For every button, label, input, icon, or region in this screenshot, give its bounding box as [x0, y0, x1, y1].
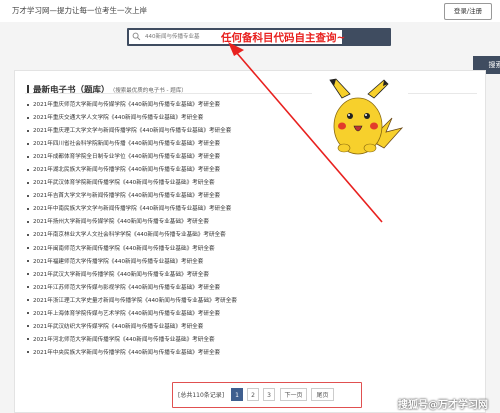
book-item[interactable]: 2021年武汉体育学院新闻传播学院《440新闻与传播专业基础》考研全套	[27, 177, 237, 190]
section-header: 最新电子书（题库） （搜索最优质的电子书 - 题库）	[27, 79, 187, 98]
bullet-icon	[27, 325, 29, 328]
book-link[interactable]: 2021年武汉纺织大学传媒学院《440新闻与传播专业基础》考研全套	[33, 324, 203, 330]
book-list: 2021年重庆师范大学新闻与传媒学院《440新闻与传播专业基础》考研全套 2021…	[27, 99, 237, 360]
record-count: [总共110条记录]	[178, 392, 225, 399]
book-link[interactable]: 2021年重庆师范大学新闻与传媒学院《440新闻与传播专业基础》考研全套	[33, 102, 220, 108]
book-item[interactable]: 2021年江苏师范大学传媒与影视学院《440新闻与传播专业基础》考研全套	[27, 282, 237, 295]
book-link[interactable]: 2021年湖北民族大学新闻与传播学院《440新闻与传播专业基础》考研全套	[33, 167, 220, 173]
bullet-icon	[27, 299, 29, 302]
page-button-2[interactable]: 2	[247, 388, 259, 401]
page-button-3[interactable]: 3	[263, 388, 275, 401]
search-icon	[132, 32, 141, 41]
book-link[interactable]: 2021年南京林业大学人文社会科学学院《440新闻与传播专业基础》考研全套	[33, 232, 226, 238]
book-item[interactable]: 2021年四川省社会科学院新闻与传播《440新闻与传播专业基础》考研全套	[27, 138, 237, 151]
next-page-button[interactable]: 下一页	[280, 388, 307, 401]
book-item[interactable]: 2021年武汉大学新闻与传播学院《440新闻与传播专业基础》考研全套	[27, 269, 237, 282]
bullet-icon	[27, 129, 29, 132]
book-item[interactable]: 2021年南京林业大学人文社会科学学院《440新闻与传播专业基础》考研全套	[27, 229, 237, 242]
book-link[interactable]: 2021年四川省社会科学院新闻与传播《440新闻与传播专业基础》考研全套	[33, 141, 220, 147]
book-item[interactable]: 2021年浙江理工大学史量才新闻与传播学院《440新闻与传播专业基础》考研全套	[27, 295, 237, 308]
top-bar: 万才学习网—提力让每一位考生一次上岸 登录/注册	[0, 0, 500, 22]
bullet-icon	[27, 273, 29, 276]
bullet-icon	[27, 194, 29, 197]
book-link[interactable]: 2021年上海体育学院传媒与艺术学院《440新闻与传播专业基础》考研全套	[33, 311, 220, 317]
book-link[interactable]: 2021年武汉体育学院新闻传播学院《440新闻与传播专业基础》考研全套	[33, 180, 215, 186]
annotation-text: 任何备科目代码自主查询~	[221, 32, 346, 44]
bullet-icon	[27, 155, 29, 158]
book-item[interactable]: 2021年中央民族大学新闻与传播学院《440新闻与传播专业基础》考研全套	[27, 347, 237, 360]
bullet-icon	[27, 168, 29, 171]
book-item[interactable]: 2021年重庆理工大学文学与新闻传播学院《440新闻与传播专业基础》考研全套	[27, 125, 237, 138]
book-item[interactable]: 2021年河北师范大学新闻传播学院《440新闻与传播专业基础》考研全套	[27, 334, 237, 347]
book-item[interactable]: 2021年重庆交通大学人文学院《440新闻与传播专业基础》考研全套	[27, 112, 237, 125]
bullet-icon	[27, 103, 29, 106]
bullet-icon	[27, 116, 29, 119]
bullet-icon	[27, 207, 29, 210]
site-title[interactable]: 万才学习网—提力让每一位考生一次上岸	[12, 5, 147, 16]
bullet-icon	[27, 312, 29, 315]
book-link[interactable]: 2021年重庆交通大学人文学院《440新闻与传播专业基础》考研全套	[33, 115, 203, 121]
book-item[interactable]: 2021年中南民族大学文学与新闻传播学院《440新闻与传播专业基础》考研全套	[27, 203, 237, 216]
bullet-icon	[27, 247, 29, 250]
book-item[interactable]: 2021年吉首大学文学与新闻传播学院《440新闻与传播专业基础》考研全套	[27, 190, 237, 203]
bullet-icon	[27, 351, 29, 354]
book-item[interactable]: 2021年武汉纺织大学传媒学院《440新闻与传播专业基础》考研全套	[27, 321, 237, 334]
pikachu-image	[312, 78, 408, 160]
bullet-icon	[27, 286, 29, 289]
book-item[interactable]: 2021年扬州大学新闻与传媒学院《440新闻与传播专业基础》考研全套	[27, 216, 237, 229]
book-item[interactable]: 2021年闽南师范大学新闻传播学院《440新闻与传播专业基础》考研全套	[27, 243, 237, 256]
divider	[25, 93, 477, 94]
bullet-icon	[27, 181, 29, 184]
login-register-button[interactable]: 登录/注册	[444, 3, 492, 20]
book-link[interactable]: 2021年武汉大学新闻与传播学院《440新闻与传播专业基础》考研全套	[33, 272, 209, 278]
book-link[interactable]: 2021年浙江理工大学史量才新闻与传播学院《440新闻与传播专业基础》考研全套	[33, 298, 237, 304]
bullet-icon	[27, 220, 29, 223]
book-item[interactable]: 2021年上海体育学院传媒与艺术学院《440新闻与传播专业基础》考研全套	[27, 308, 237, 321]
book-link[interactable]: 2021年成都体育学院全日制专业学位《440新闻与传播专业基础》考研全套	[33, 154, 220, 160]
last-page-button[interactable]: 尾页	[311, 388, 334, 401]
book-link[interactable]: 2021年福建师范大学传播学院《440新闻与传播专业基础》考研全套	[33, 259, 203, 265]
bullet-icon	[27, 142, 29, 145]
book-link[interactable]: 2021年河北师范大学新闻传播学院《440新闻与传播专业基础》考研全套	[33, 337, 215, 343]
bullet-icon	[27, 338, 29, 341]
book-link[interactable]: 2021年重庆理工大学文学与新闻传播学院《440新闻与传播专业基础》考研全套	[33, 128, 231, 134]
book-item[interactable]: 2021年湖北民族大学新闻与传播学院《440新闻与传播专业基础》考研全套	[27, 164, 237, 177]
bullet-icon	[27, 233, 29, 236]
book-link[interactable]: 2021年中南民族大学文学与新闻传播学院《440新闻与传播专业基础》考研全套	[33, 206, 231, 212]
book-link[interactable]: 2021年闽南师范大学新闻传播学院《440新闻与传播专业基础》考研全套	[33, 246, 215, 252]
bullet-icon	[27, 260, 29, 263]
book-item[interactable]: 2021年重庆师范大学新闻与传媒学院《440新闻与传播专业基础》考研全套	[27, 99, 237, 112]
book-item[interactable]: 2021年成都体育学院全日制专业学位《440新闻与传播专业基础》考研全套	[27, 151, 237, 164]
book-link[interactable]: 2021年吉首大学文学与新闻传播学院《440新闻与传播专业基础》考研全套	[33, 193, 220, 199]
page-button-1[interactable]: 1	[231, 388, 243, 401]
book-link[interactable]: 2021年中央民族大学新闻与传播学院《440新闻与传播专业基础》考研全套	[33, 350, 220, 356]
book-link[interactable]: 2021年扬州大学新闻与传媒学院《440新闻与传播专业基础》考研全套	[33, 219, 209, 225]
book-item[interactable]: 2021年福建师范大学传播学院《440新闻与传播专业基础》考研全套	[27, 256, 237, 269]
ebook-list-card: 最新电子书（题库） （搜索最优质的电子书 - 题库） 2021年重庆师范大学新闻与…	[14, 70, 486, 413]
book-link[interactable]: 2021年江苏师范大学传媒与影视学院《440新闻与传播专业基础》考研全套	[33, 285, 220, 291]
watermark: 搜狐号@万才学习网	[398, 400, 488, 411]
section-title: 最新电子书（题库）	[33, 85, 110, 96]
